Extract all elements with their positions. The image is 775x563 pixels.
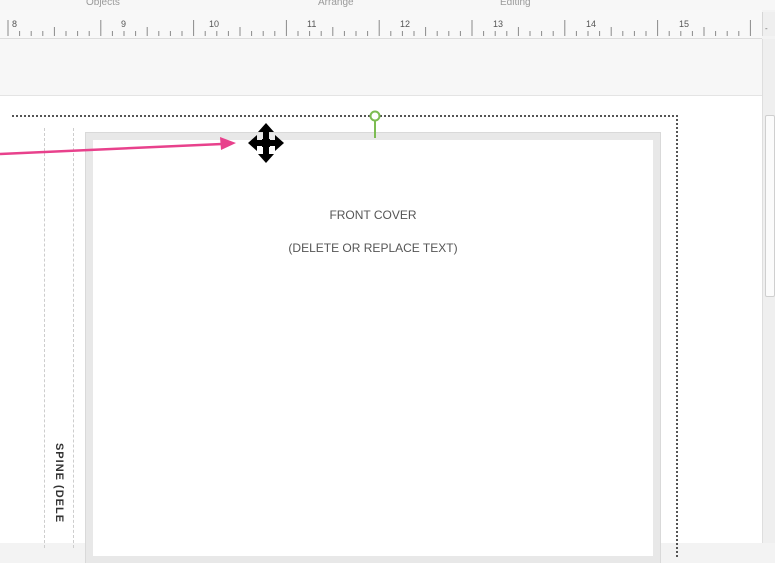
annotation-arrow-icon bbox=[0, 137, 236, 156]
spine-label: SPINE (DELE bbox=[45, 428, 73, 538]
ruler-label: 9 bbox=[121, 19, 126, 29]
scrollbar-thumb[interactable] bbox=[765, 115, 775, 297]
horizontal-ruler[interactable]: 8 9 10 11 12 13 14 15 bbox=[0, 10, 762, 39]
vertical-scrollbar[interactable] bbox=[762, 39, 775, 543]
rotation-handle-icon[interactable] bbox=[369, 110, 381, 138]
ruler-label: 11 bbox=[307, 19, 316, 29]
ribbon-group-editing: Editing bbox=[500, 0, 531, 8]
move-cursor-icon bbox=[248, 123, 284, 163]
ruler-ticks: 8 9 10 11 12 13 14 15 bbox=[7, 19, 751, 36]
ruler-label: 14 bbox=[586, 19, 596, 29]
front-cover-textbox[interactable]: FRONT COVER (DELETE OR REPLACE TEXT) bbox=[85, 132, 661, 563]
cover-subtitle: (DELETE OR REPLACE TEXT) bbox=[288, 241, 458, 255]
ruler-label: 15 bbox=[679, 19, 689, 29]
spine-panel[interactable]: SPINE (DELE bbox=[44, 128, 74, 548]
workspace-header bbox=[0, 39, 763, 96]
ribbon-group-arrange: Arrange bbox=[318, 0, 354, 8]
ruler-label: 10 bbox=[209, 19, 219, 29]
ribbon-group-labels: Objects Arrange Editing bbox=[0, 0, 775, 10]
ruler-label: 12 bbox=[400, 19, 410, 29]
ribbon-group-objects: Objects bbox=[86, 0, 120, 8]
spine-text: SPINE (DELE bbox=[53, 442, 65, 524]
ruler-label: 13 bbox=[493, 19, 503, 29]
ruler-end-label: - bbox=[765, 24, 768, 33]
ruler-label: 8 bbox=[12, 19, 17, 29]
cover-title: FRONT COVER bbox=[329, 208, 417, 222]
ruler-corner-button[interactable]: - bbox=[762, 12, 775, 36]
